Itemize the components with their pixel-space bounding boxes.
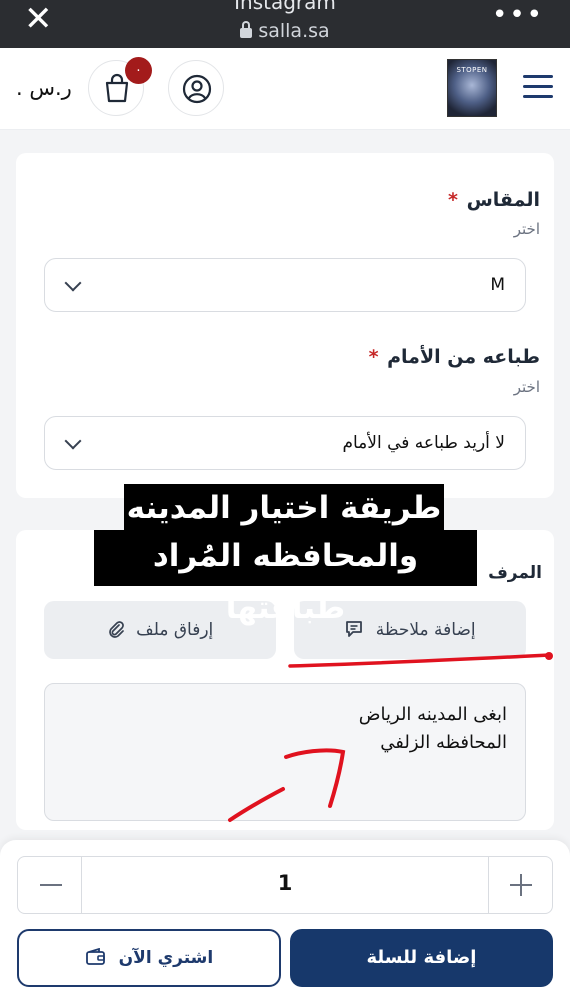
front-print-value: لا أريد طباعه في الأمام bbox=[342, 433, 505, 453]
add-to-cart-button[interactable]: إضافة للسلة bbox=[290, 929, 553, 987]
menu-icon[interactable] bbox=[523, 75, 553, 99]
front-print-label: طباعه من الأمام * bbox=[368, 346, 540, 368]
quantity-stepper[interactable]: 1 bbox=[17, 856, 553, 914]
account-button[interactable] bbox=[168, 60, 224, 116]
quantity-value[interactable]: 1 bbox=[18, 871, 552, 895]
note-textarea[interactable]: ابغى المدينه الرياض المحافظه الزلفي bbox=[44, 683, 526, 821]
front-print-hint: اختر bbox=[513, 378, 540, 396]
note-line: المحافظه الزلفي bbox=[380, 732, 507, 753]
paperclip-icon bbox=[108, 621, 124, 638]
cart-total: . ر.س bbox=[16, 76, 72, 100]
size-label: المقاس * bbox=[448, 189, 540, 211]
cart-badge: . bbox=[125, 57, 152, 84]
size-hint: اختر bbox=[513, 220, 540, 238]
attachments-label: المرف bbox=[488, 563, 542, 583]
required-mark: * bbox=[368, 346, 379, 368]
user-icon bbox=[182, 74, 212, 104]
store-logo[interactable]: STOPEN bbox=[447, 59, 497, 117]
url-bar[interactable]: salla.sa bbox=[0, 20, 570, 42]
chevron-down-icon bbox=[64, 274, 82, 292]
buy-now-label: اشتري الآن bbox=[118, 948, 214, 968]
size-select[interactable]: M bbox=[44, 258, 526, 312]
note-line: ابغى المدينه الرياض bbox=[358, 704, 507, 725]
wallet-icon bbox=[85, 947, 105, 965]
attach-file-label: إرفاق ملف bbox=[136, 620, 214, 640]
annotation-caption-line2: والمحافظه المُراد طباعتها bbox=[94, 530, 477, 626]
add-note-label: إضافة ملاحظة bbox=[375, 620, 476, 640]
lock-icon bbox=[240, 21, 253, 38]
url-text: salla.sa bbox=[258, 20, 330, 42]
size-value: M bbox=[490, 275, 505, 295]
chevron-down-icon bbox=[64, 432, 82, 450]
required-mark: * bbox=[448, 189, 458, 211]
annotation-caption-line1: طريقة اختيار المدينه bbox=[124, 484, 444, 532]
site-title: Instagram bbox=[234, 0, 336, 14]
buy-now-button[interactable]: اشتري الآن bbox=[17, 929, 281, 987]
logo-text: STOPEN bbox=[456, 66, 488, 74]
browser-bar: ✕ Instagram salla.sa ••• bbox=[0, 0, 570, 48]
comment-icon bbox=[346, 621, 363, 637]
increase-button[interactable] bbox=[488, 857, 552, 913]
front-print-select[interactable]: لا أريد طباعه في الأمام bbox=[44, 416, 526, 470]
more-dots-icon[interactable]: ••• bbox=[492, 0, 544, 30]
